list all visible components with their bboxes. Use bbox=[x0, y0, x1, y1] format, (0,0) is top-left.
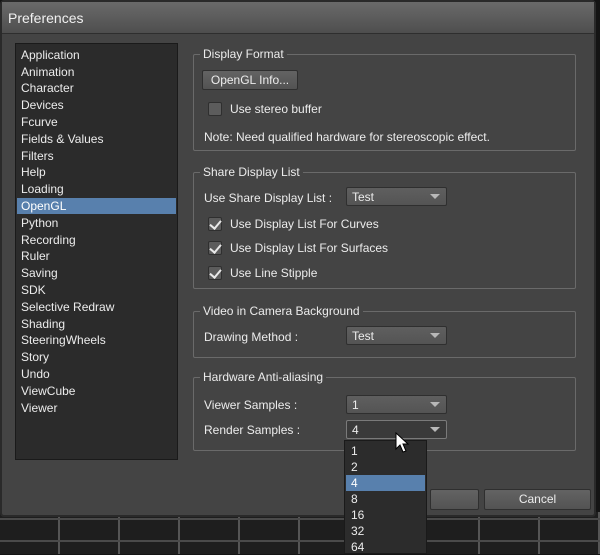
category-item-help[interactable]: Help bbox=[17, 164, 176, 180]
viewport-floor-grid bbox=[0, 512, 600, 554]
category-item-fcurve[interactable]: Fcurve bbox=[17, 114, 176, 130]
render-samples-option-64[interactable]: 64 bbox=[346, 539, 425, 555]
render-samples-label: Render Samples : bbox=[204, 423, 301, 437]
chevron-down-icon bbox=[430, 427, 440, 432]
line-stipple-checkbox[interactable] bbox=[208, 266, 222, 280]
chevron-down-icon bbox=[430, 333, 440, 338]
share-display-list-label: Use Share Display List : bbox=[204, 191, 333, 205]
dialog-title: Preferences bbox=[8, 10, 84, 26]
share-display-list-group: Share Display List Use Share Display Lis… bbox=[193, 165, 576, 289]
render-samples-option-32[interactable]: 32 bbox=[346, 523, 425, 539]
category-item-python[interactable]: Python bbox=[17, 215, 176, 231]
surfaces-display-list-label: Use Display List For Surfaces bbox=[230, 241, 389, 255]
category-item-selective-redraw[interactable]: Selective Redraw bbox=[17, 299, 176, 315]
category-item-ruler[interactable]: Ruler bbox=[17, 248, 176, 264]
viewer-samples-label: Viewer Samples : bbox=[204, 398, 298, 412]
stereo-buffer-checkbox[interactable] bbox=[208, 102, 222, 116]
drawing-method-dropdown[interactable]: Test bbox=[346, 326, 447, 345]
category-item-application[interactable]: Application bbox=[17, 47, 176, 63]
render-samples-option-1[interactable]: 1 bbox=[346, 443, 425, 459]
display-format-title: Display Format bbox=[200, 47, 287, 61]
share-display-list-dropdown[interactable]: Test bbox=[346, 187, 447, 206]
category-item-opengl[interactable]: OpenGL bbox=[17, 198, 176, 214]
category-item-story[interactable]: Story bbox=[17, 349, 176, 365]
viewer-samples-value: 1 bbox=[352, 398, 359, 412]
category-item-shading[interactable]: Shading bbox=[17, 316, 176, 332]
category-item-viewcube[interactable]: ViewCube bbox=[17, 383, 176, 399]
chevron-down-icon bbox=[430, 194, 440, 199]
mouse-cursor-icon bbox=[395, 432, 410, 453]
category-item-recording[interactable]: Recording bbox=[17, 232, 176, 248]
render-samples-dropdown-list[interactable]: 1 2 4 8 16 32 64 bbox=[344, 440, 427, 554]
category-item-animation[interactable]: Animation bbox=[17, 64, 176, 80]
surfaces-display-list-checkbox[interactable] bbox=[208, 241, 222, 255]
opengl-info-button[interactable]: OpenGL Info... bbox=[202, 70, 298, 90]
category-item-sdk[interactable]: SDK bbox=[17, 282, 176, 298]
category-item-viewer[interactable]: Viewer bbox=[17, 400, 176, 416]
category-item-filters[interactable]: Filters bbox=[17, 148, 176, 164]
render-samples-option-4[interactable]: 4 bbox=[346, 475, 425, 491]
category-item-loading[interactable]: Loading bbox=[17, 181, 176, 197]
category-item-steeringwheels[interactable]: SteeringWheels bbox=[17, 332, 176, 348]
title-bar[interactable]: Preferences bbox=[2, 2, 594, 34]
display-format-group: Display Format OpenGL Info... Use stereo… bbox=[193, 47, 576, 151]
render-samples-option-8[interactable]: 8 bbox=[346, 491, 425, 507]
stereo-buffer-label: Use stereo buffer bbox=[230, 102, 322, 116]
drawing-method-value: Test bbox=[352, 329, 375, 343]
preferences-dialog: Preferences Application Animation Charac… bbox=[0, 0, 596, 517]
anti-aliasing-title: Hardware Anti-aliasing bbox=[200, 370, 327, 384]
ok-button[interactable] bbox=[430, 489, 479, 510]
category-item-devices[interactable]: Devices bbox=[17, 97, 176, 113]
stereo-note: Note: Need qualified hardware for stereo… bbox=[204, 130, 490, 144]
category-item-fields-values[interactable]: Fields & Values bbox=[17, 131, 176, 147]
category-item-character[interactable]: Character bbox=[17, 80, 176, 96]
render-samples-option-16[interactable]: 16 bbox=[346, 507, 425, 523]
checkmark-icon bbox=[209, 266, 222, 279]
share-display-list-value: Test bbox=[352, 190, 375, 204]
render-samples-value: 4 bbox=[352, 423, 359, 437]
curves-display-list-label: Use Display List For Curves bbox=[230, 217, 379, 231]
video-background-title: Video in Camera Background bbox=[200, 304, 363, 318]
render-samples-option-2[interactable]: 2 bbox=[346, 459, 425, 475]
video-background-group: Video in Camera Background Drawing Metho… bbox=[193, 304, 576, 358]
drawing-method-label: Drawing Method : bbox=[204, 330, 299, 344]
category-item-saving[interactable]: Saving bbox=[17, 265, 176, 281]
viewer-samples-dropdown[interactable]: 1 bbox=[346, 395, 447, 414]
checkmark-icon bbox=[209, 217, 222, 230]
checkmark-icon bbox=[209, 241, 222, 254]
chevron-down-icon bbox=[430, 402, 440, 407]
category-list[interactable]: Application Animation Character Devices … bbox=[15, 43, 178, 460]
line-stipple-label: Use Line Stipple bbox=[230, 266, 318, 280]
share-display-list-title: Share Display List bbox=[200, 165, 303, 179]
cancel-button[interactable]: Cancel bbox=[484, 489, 591, 510]
category-item-undo[interactable]: Undo bbox=[17, 366, 176, 382]
curves-display-list-checkbox[interactable] bbox=[208, 217, 222, 231]
